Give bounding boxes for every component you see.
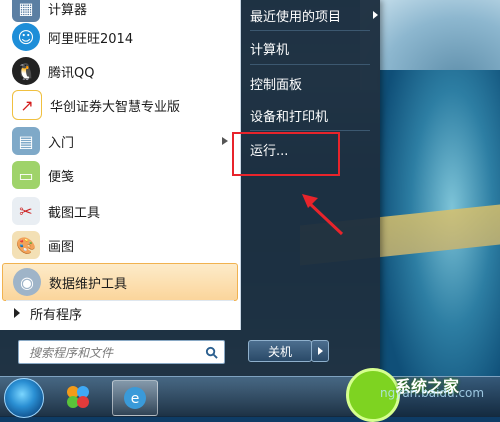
program-item-getting-started[interactable]: ▤ 入门 <box>2 123 236 159</box>
getting-started-icon: ▤ <box>12 127 40 155</box>
program-label: 阿里旺旺2014 <box>48 31 134 47</box>
separator <box>6 300 234 301</box>
control-panel-label: 控制面板 <box>250 77 303 93</box>
devices-printers-label: 设备和打印机 <box>250 109 329 125</box>
search-icon[interactable] <box>205 346 218 359</box>
program-label: 入门 <box>48 135 75 151</box>
data-disk-icon: ◉ <box>13 268 41 296</box>
program-item-aliwangwang[interactable]: ☺ 阿里旺旺2014 <box>2 19 236 55</box>
start-menu: ▦ 计算器 ☺ 阿里旺旺2014 🐧 腾讯QQ ↗ 华创证券大智慧专业版 ▤ 入… <box>0 0 380 376</box>
program-label: 数据维护工具 <box>49 276 128 292</box>
program-label: 画图 <box>48 239 75 255</box>
search-placeholder: 搜索程序和文件 <box>29 345 114 360</box>
highlight-box <box>232 132 340 176</box>
shutdown-options-button[interactable] <box>311 340 329 362</box>
program-label: 计算器 <box>48 2 88 18</box>
svg-text:e: e <box>131 391 140 407</box>
program-item-stock[interactable]: ↗ 华创证券大智慧专业版 <box>2 87 236 123</box>
watermark-url: ngyan.baidu.com <box>380 386 485 400</box>
shutdown-button[interactable]: 关机 <box>248 340 312 362</box>
stock-chart-icon: ↗ <box>12 90 42 120</box>
scissors-icon: ✂ <box>12 197 40 225</box>
all-programs-button[interactable]: 所有程序 <box>6 302 234 324</box>
taskbar-app-ie[interactable]: e <box>112 380 158 416</box>
program-label: 华创证券大智慧专业版 <box>50 99 181 115</box>
internet-explorer-icon: e <box>124 387 146 409</box>
taskbar-app-colorful[interactable] <box>56 380 100 414</box>
submenu-arrow-icon <box>222 137 228 145</box>
computer-label: 计算机 <box>250 42 290 58</box>
sticky-notes-icon: ▭ <box>12 161 40 189</box>
pinwheel-icon <box>67 386 89 408</box>
devices-printers-link[interactable]: 设备和打印机 <box>250 103 378 127</box>
aliwangwang-icon: ☺ <box>12 23 40 51</box>
separator <box>250 64 370 65</box>
red-arrow-icon <box>302 194 344 236</box>
shutdown-label: 关机 <box>267 344 292 359</box>
program-label: 截图工具 <box>48 205 101 221</box>
chevron-right-icon <box>317 347 323 355</box>
start-menu-programs-pane: ▦ 计算器 ☺ 阿里旺旺2014 🐧 腾讯QQ ↗ 华创证券大智慧专业版 ▤ 入… <box>0 0 241 330</box>
recent-items-link[interactable]: 最近使用的项目 <box>250 3 378 27</box>
program-label: 便笺 <box>48 169 75 185</box>
computer-link[interactable]: 计算机 <box>250 36 378 60</box>
program-item-qq[interactable]: 🐧 腾讯QQ <box>2 53 236 89</box>
separator <box>250 130 370 131</box>
paint-palette-icon: 🎨 <box>12 231 40 259</box>
windows-start-icon[interactable] <box>4 378 44 418</box>
program-label: 腾讯QQ <box>48 65 95 81</box>
program-item-sticky-notes[interactable]: ▭ 便笺 <box>2 157 236 193</box>
program-item-snipping-tool[interactable]: ✂ 截图工具 <box>2 193 236 229</box>
all-programs-label: 所有程序 <box>30 307 83 323</box>
search-input[interactable]: 搜索程序和文件 <box>18 340 225 364</box>
expand-arrow-icon <box>14 308 20 318</box>
control-panel-link[interactable]: 控制面板 <box>250 71 378 95</box>
qq-penguin-icon: 🐧 <box>12 57 40 85</box>
recent-items-label: 最近使用的项目 <box>250 9 342 25</box>
separator <box>250 30 370 31</box>
program-item-paint[interactable]: 🎨 画图 <box>2 227 236 263</box>
program-item-data-maintenance[interactable]: ◉ 数据维护工具 <box>2 263 238 301</box>
submenu-arrow-icon <box>373 11 378 19</box>
